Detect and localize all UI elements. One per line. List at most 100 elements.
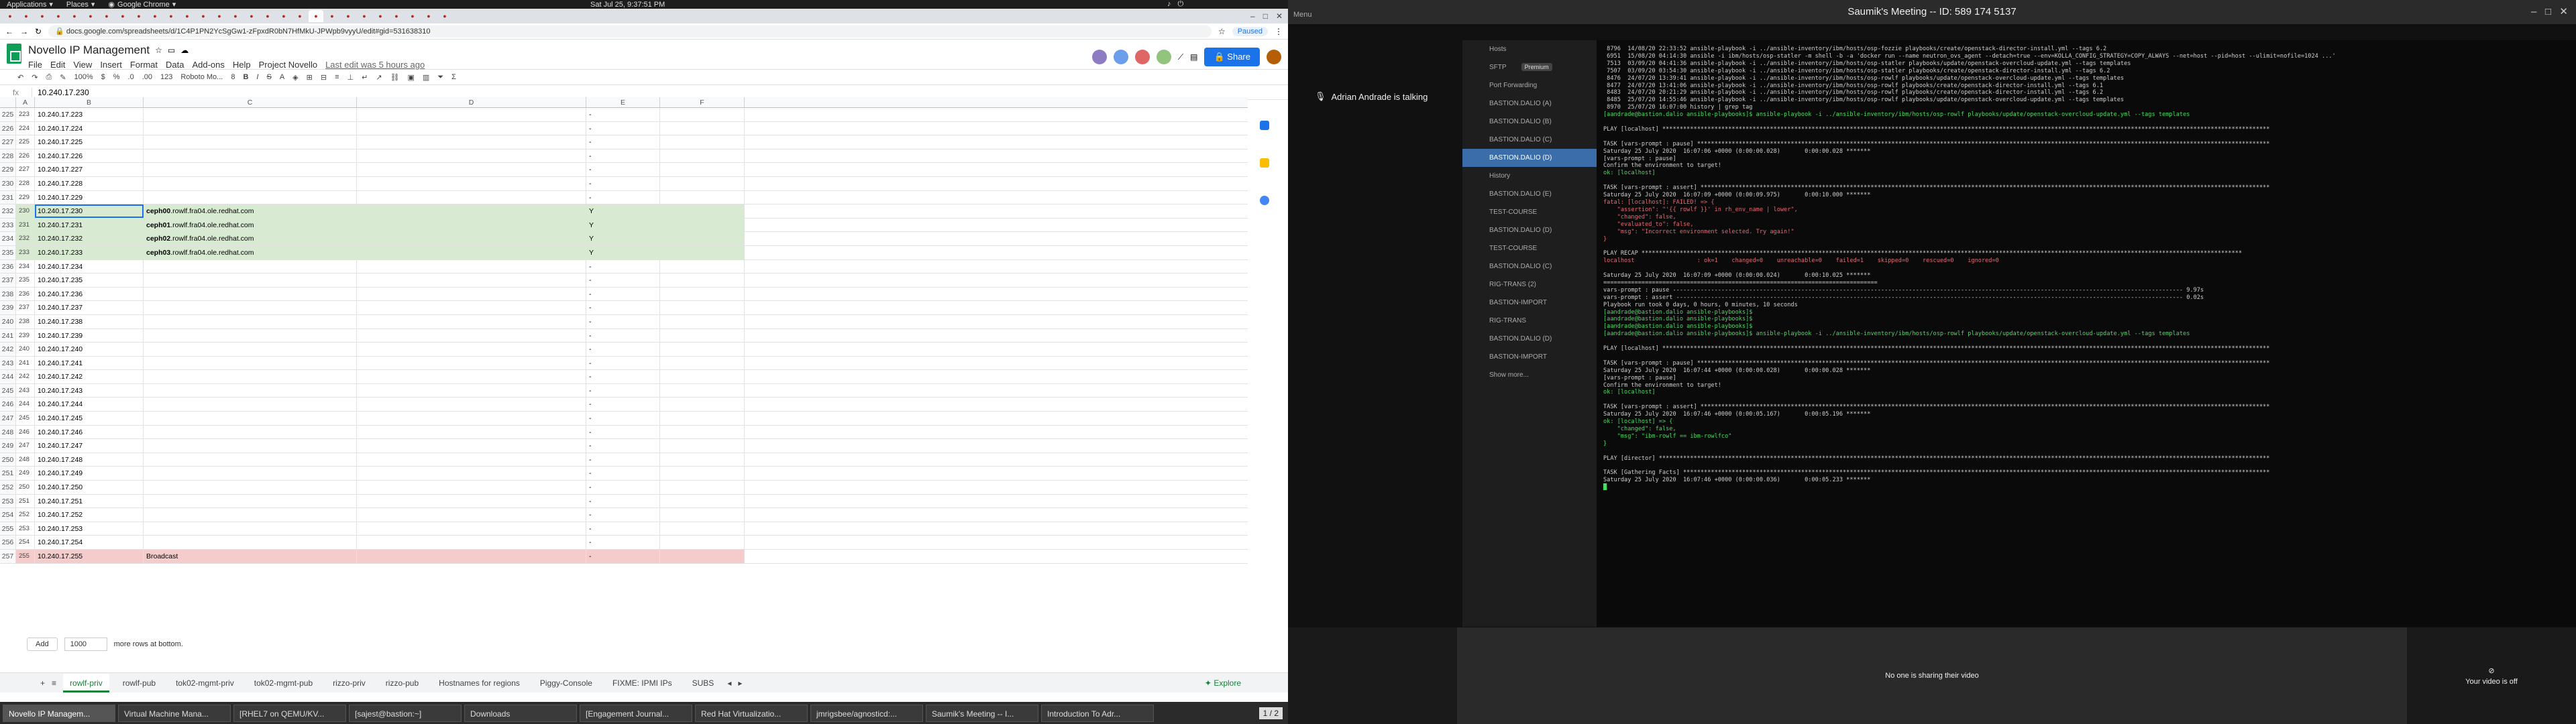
browser-tab[interactable]: ● [51, 10, 66, 22]
cell-assigned[interactable]: - [586, 301, 660, 314]
browser-tab[interactable]: ● [292, 10, 307, 22]
cell-f[interactable] [660, 121, 745, 135]
ssh-host-item[interactable]: SFTP Premium [1462, 58, 1597, 76]
menu-view[interactable]: View [73, 60, 92, 70]
cell-f[interactable] [660, 149, 745, 163]
activity-icon[interactable]: ⟋ [1178, 52, 1183, 62]
cell-a[interactable]: 238 [16, 314, 35, 328]
cell-assigned[interactable]: - [586, 121, 660, 135]
cell-hostname[interactable]: ceph02.rowlf.fra04.ole.redhat.com [144, 232, 357, 245]
taskbar-item[interactable]: Virtual Machine Mana... [118, 704, 231, 722]
back-icon[interactable]: ← [5, 27, 13, 36]
column-header-b[interactable]: B [35, 97, 144, 107]
cell-assigned[interactable]: Y [586, 218, 660, 232]
cell-f[interactable] [660, 522, 745, 536]
cell-assigned[interactable]: - [586, 190, 660, 204]
ssh-host-item[interactable]: RIG-TRANS (2) [1462, 276, 1597, 294]
cell-hostname[interactable] [144, 121, 357, 135]
cell-f[interactable] [660, 508, 745, 522]
cell-d[interactable] [357, 274, 586, 287]
text-color-icon[interactable]: A [280, 73, 284, 81]
row-number[interactable]: 230 [0, 176, 16, 190]
cell-assigned[interactable]: - [586, 356, 660, 370]
ssh-host-item[interactable]: BASTION.DALIO (B) [1462, 113, 1597, 131]
cell-f[interactable] [660, 439, 745, 452]
cell-a[interactable]: 234 [16, 259, 35, 274]
cell-a[interactable]: 254 [16, 536, 35, 549]
row-number[interactable]: 251 [0, 467, 16, 481]
cell-d[interactable] [357, 328, 586, 343]
cell-ip-address[interactable]: 10.240.17.254 [35, 536, 144, 549]
cell-f[interactable] [660, 259, 745, 274]
collaborator-avatar[interactable] [1091, 50, 1107, 64]
valign-icon[interactable]: ⊥ [347, 73, 354, 82]
scroll-tabs-left-icon[interactable]: ◂ [727, 678, 731, 688]
cell-ip-address[interactable]: 10.240.17.239 [35, 328, 144, 343]
ssh-host-item[interactable]: TEST-COURSE [1462, 203, 1597, 221]
cell-d[interactable] [357, 425, 586, 439]
cell-d[interactable] [357, 494, 586, 508]
cell-ip-address[interactable]: 10.240.17.245 [35, 412, 144, 425]
cell-f[interactable] [660, 494, 745, 508]
row-number[interactable]: 238 [0, 287, 16, 301]
link-icon[interactable]: ⛓ [390, 73, 400, 82]
ssh-host-item[interactable]: Show more... [1462, 366, 1597, 384]
cell-a[interactable]: 248 [16, 452, 35, 467]
comment-icon[interactable]: ▣ [408, 73, 415, 82]
cell-ip-address[interactable]: 10.240.17.255 [35, 550, 144, 563]
cell-hostname[interactable] [144, 135, 357, 149]
cell-hostname[interactable] [144, 301, 357, 314]
cell-f[interactable] [660, 467, 745, 481]
row-number[interactable]: 239 [0, 301, 16, 314]
cell-hostname[interactable] [144, 176, 357, 190]
cell-hostname[interactable] [144, 149, 357, 163]
cell-a[interactable]: 255 [16, 550, 35, 563]
cell-f[interactable] [660, 245, 745, 259]
row-number[interactable]: 254 [0, 508, 16, 522]
cell-hostname[interactable] [144, 439, 357, 452]
font-select[interactable]: Roboto Mo... [180, 73, 223, 81]
cell-ip-address[interactable]: 10.240.17.249 [35, 467, 144, 481]
sheet-tab-hostnames[interactable]: Hostnames for regions [432, 674, 527, 692]
cell-d[interactable] [357, 467, 586, 481]
print-icon[interactable]: ⎙ [46, 73, 52, 82]
cell-assigned[interactable]: Y [586, 245, 660, 259]
ssh-host-item[interactable]: BASTION.DALIO (C) [1462, 131, 1597, 149]
cell-hostname[interactable]: ceph03.rowlf.fra04.ole.redhat.com [144, 245, 357, 259]
cell-d[interactable] [357, 550, 586, 563]
cell-a[interactable]: 243 [16, 383, 35, 398]
cell-hostname[interactable] [144, 383, 357, 398]
more-formats-button[interactable]: 123 [160, 73, 172, 81]
menu-addons[interactable]: Add-ons [192, 60, 224, 70]
row-number[interactable]: 229 [0, 163, 16, 176]
sheet-tab-subs[interactable]: SUBS [686, 674, 721, 692]
row-number[interactable]: 233 [0, 218, 16, 232]
cell-ip-address[interactable]: 10.240.17.234 [35, 259, 144, 274]
collaborator-avatar[interactable] [1156, 50, 1171, 64]
workspace-pager[interactable]: 1 / 2 [1258, 707, 1283, 719]
cell-ip-address[interactable]: 10.240.17.253 [35, 522, 144, 536]
cell-a[interactable]: 233 [16, 245, 35, 259]
cell-ip-address[interactable]: 10.240.17.231 [35, 218, 144, 232]
corner-cell[interactable] [0, 97, 16, 107]
cell-d[interactable] [357, 163, 586, 176]
cell-assigned[interactable]: - [586, 108, 660, 121]
address-bar[interactable]: 🔒 docs.google.com/spreadsheets/d/1C4P1PN… [48, 25, 1212, 38]
cell-a[interactable]: 241 [16, 356, 35, 370]
cell-ip-address[interactable]: 10.240.17.230 [35, 204, 144, 218]
profile-paused-button[interactable]: Paused [1232, 26, 1268, 36]
cell-f[interactable] [660, 108, 745, 121]
browser-tab[interactable]: ● [228, 10, 243, 22]
column-header-f[interactable]: F [660, 97, 745, 107]
cell-d[interactable] [357, 190, 586, 204]
strikethrough-icon[interactable]: S [266, 73, 271, 81]
ssh-host-item[interactable]: BASTION.DALIO (D) [1462, 149, 1597, 167]
cell-ip-address[interactable]: 10.240.17.243 [35, 383, 144, 398]
cell-d[interactable] [357, 176, 586, 190]
cell-a[interactable]: 240 [16, 343, 35, 356]
menu-file[interactable]: File [28, 60, 42, 70]
taskbar-item[interactable]: Red Hat Virtualizatio... [695, 704, 808, 722]
browser-tab[interactable]: ● [35, 10, 50, 22]
cell-ip-address[interactable]: 10.240.17.246 [35, 425, 144, 439]
cloud-status-icon[interactable]: ☁ [180, 46, 189, 55]
